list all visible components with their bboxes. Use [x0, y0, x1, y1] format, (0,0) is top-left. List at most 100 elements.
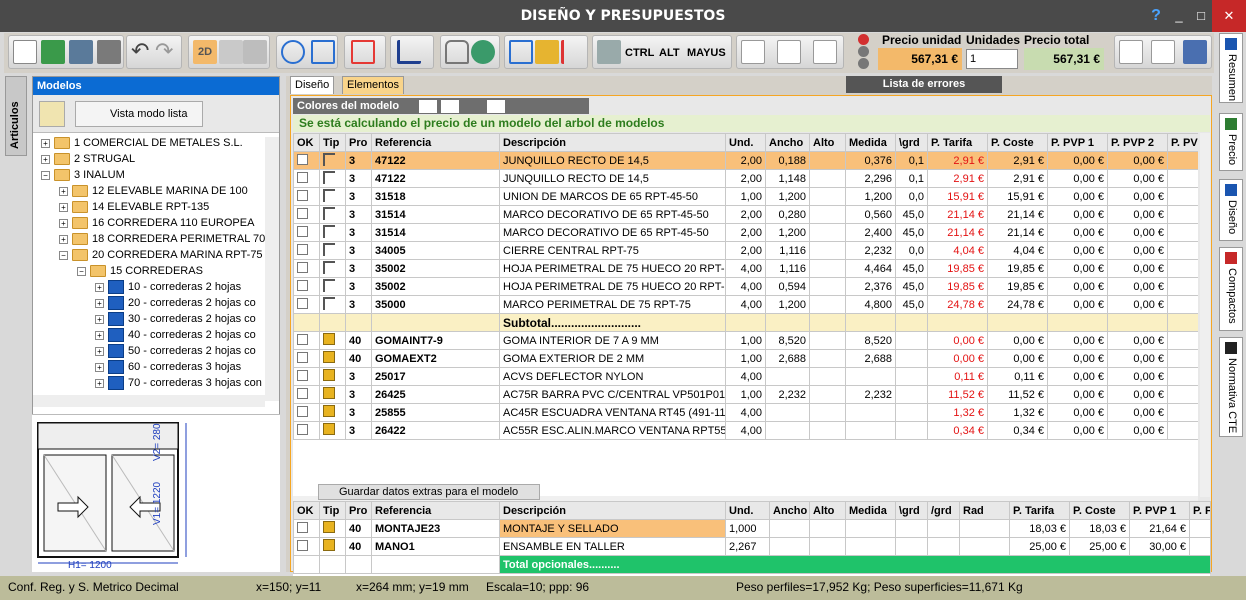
table-row[interactable]: 3 31514 MARCO DECORATIVO DE 65 RPT-45-50 2,… — [293, 223, 1198, 242]
tree-item[interactable]: − 20 CORREDERA MARINA RPT-75 — [59, 247, 263, 263]
column-header[interactable]: OK — [293, 133, 320, 152]
right-tab-compactos[interactable]: Compactos — [1219, 247, 1243, 331]
tree-item[interactable]: − 15 CORREDERAS — [77, 263, 203, 279]
color-swatch[interactable] — [419, 100, 437, 113]
expand-icon[interactable]: + — [59, 186, 68, 196]
expand-icon[interactable]: + — [95, 330, 104, 340]
expand-icon[interactable]: + — [95, 362, 104, 372]
color-square-icon[interactable] — [351, 40, 375, 64]
ok-cell[interactable] — [293, 537, 320, 556]
ok-cell[interactable] — [293, 241, 320, 260]
list-mode-button[interactable]: Vista modo lista — [75, 101, 203, 127]
table-row[interactable]: 3 25855 AC45R ESCUADRA VENTANA RT45 (491-1… — [293, 403, 1198, 422]
expand-icon[interactable]: − — [77, 266, 86, 276]
ok-checkbox[interactable] — [297, 297, 308, 309]
ok-checkbox[interactable] — [297, 423, 308, 435]
color-swatch[interactable] — [441, 100, 459, 113]
table-row[interactable]: 3 47122 JUNQUILLO RECTO DE 14,5 2,00 0,188 0,… — [293, 151, 1198, 170]
table-row[interactable]: 3 31514 MARCO DECORATIVO DE 65 RPT-45-50 2,… — [293, 205, 1198, 224]
right-tab-diseño[interactable]: Diseño — [1219, 179, 1243, 241]
ok-checkbox[interactable] — [297, 369, 308, 381]
list-icon[interactable] — [561, 40, 585, 64]
error-list-button[interactable]: Lista de errores — [846, 76, 1002, 93]
report-icon[interactable] — [1151, 40, 1175, 64]
ok-cell[interactable] — [293, 259, 320, 278]
expand-icon[interactable]: + — [59, 202, 68, 212]
ok-checkbox[interactable] — [297, 225, 308, 237]
column-header[interactable]: P. Tarifa — [1009, 501, 1070, 520]
close-button[interactable]: ✕ — [1212, 0, 1246, 32]
open-icon[interactable] — [41, 40, 65, 64]
ok-cell[interactable] — [293, 421, 320, 440]
column-header[interactable]: Und. — [725, 133, 766, 152]
ok-checkbox[interactable] — [297, 171, 308, 183]
column-header[interactable]: P. PVP 1 — [1047, 133, 1108, 152]
edit-doc-icon[interactable] — [1119, 40, 1143, 64]
ok-cell[interactable] — [293, 519, 320, 538]
table-row[interactable]: 3 35002 HOJA PERIMETRAL DE 75 HUECO 20 RPT… — [293, 259, 1198, 278]
zoom-icon[interactable] — [281, 40, 305, 64]
expand-icon[interactable]: + — [41, 154, 50, 164]
expand-icon[interactable]: + — [95, 298, 104, 308]
save-extras-button[interactable]: Guardar datos extras para el modelo — [318, 484, 540, 500]
ok-checkbox[interactable] — [297, 387, 308, 399]
table-row[interactable]: 3 25017 ACVS DEFLECTOR NYLON 4,00 0,11 €0,11… — [293, 367, 1198, 386]
expand-icon[interactable]: + — [41, 138, 50, 148]
tree-item[interactable]: +40 - correderas 2 hojas co — [95, 327, 256, 343]
tree-scrollbar[interactable] — [265, 137, 279, 401]
table-row[interactable]: 40 MONTAJE23 MONTAJE Y SELLADO 1,000 18,03 €… — [293, 519, 1211, 538]
column-header[interactable]: P. P — [1189, 501, 1211, 520]
column-header[interactable]: Alto — [809, 133, 846, 152]
column-header[interactable]: Descripción — [499, 501, 726, 520]
tree-item[interactable]: +16 CORREDERA 110 EUROPEA — [59, 215, 254, 231]
table-row[interactable]: 3 26425 AC75R BARRA PVC C/CENTRAL VP501P01… — [293, 385, 1198, 404]
column-header[interactable]: Und. — [725, 501, 770, 520]
ok-checkbox[interactable] — [297, 539, 308, 551]
mayus-key[interactable]: MAYUS — [687, 47, 726, 59]
tree-item[interactable]: +1 COMERCIAL DE METALES S.L. — [41, 135, 243, 151]
chart-icon[interactable] — [535, 40, 559, 64]
tree-item[interactable]: +60 - correderas 3 hojas — [95, 359, 241, 375]
table-row[interactable]: 40 GOMAEXT2 GOMA EXTERIOR DE 2 MM 1,00 2,688… — [293, 349, 1198, 368]
articulos-side-tab[interactable]: Articulos — [5, 76, 27, 156]
right-tab-resumen[interactable]: Resumen — [1219, 33, 1243, 103]
column-header[interactable]: P. PVP 2 — [1107, 133, 1168, 152]
tree-item[interactable]: +18 CORREDERA PERIMETRAL 70 — [59, 231, 265, 247]
table-row[interactable]: 3 34005 CIERRE CENTRAL RPT-75 2,00 1,116 2,23… — [293, 241, 1198, 260]
ok-cell[interactable] — [293, 367, 320, 386]
column-header[interactable]: Pro — [345, 133, 372, 152]
column-header[interactable]: /grd — [927, 501, 960, 520]
alt-key[interactable]: ALT — [659, 47, 680, 59]
tree-item[interactable]: +70 - correderas 3 hojas con — [95, 375, 262, 391]
expand-icon[interactable]: + — [95, 282, 104, 292]
right-tab-normativa-cte[interactable]: Normativa CTE — [1219, 337, 1243, 437]
tree-item[interactable]: +12 ELEVABLE MARINA DE 100 — [59, 183, 248, 199]
column-header[interactable]: Descripción — [499, 133, 726, 152]
ok-cell[interactable] — [293, 151, 320, 170]
column-header[interactable]: Tip — [319, 133, 346, 152]
column-header[interactable]: Alto — [809, 501, 846, 520]
ok-checkbox[interactable] — [297, 243, 308, 255]
column-header[interactable]: Pro — [345, 501, 372, 520]
ok-checkbox[interactable] — [297, 153, 308, 165]
tree-item[interactable]: +10 - correderas 2 hojas — [95, 279, 241, 295]
view-3d-icon[interactable] — [219, 40, 243, 64]
column-header[interactable]: P. Coste — [1069, 501, 1130, 520]
expand-icon[interactable]: + — [59, 218, 68, 228]
printer-icon[interactable] — [1183, 40, 1207, 64]
ok-checkbox[interactable] — [297, 333, 308, 345]
right-tab-precio[interactable]: Precio — [1219, 113, 1243, 171]
tree-hscrollbar[interactable] — [33, 395, 265, 407]
tree-item[interactable]: +50 - correderas 2 hojas co — [95, 343, 256, 359]
column-header[interactable]: Rad — [959, 501, 1010, 520]
edit-a-icon[interactable] — [813, 40, 837, 64]
tree-item[interactable]: +14 ELEVABLE RPT-135 — [59, 199, 209, 215]
eye-icon[interactable] — [471, 40, 495, 64]
column-header[interactable]: P. Tarifa — [927, 133, 988, 152]
expand-icon[interactable]: + — [95, 378, 104, 388]
ok-cell[interactable] — [293, 205, 320, 224]
ok-cell[interactable] — [293, 349, 320, 368]
ok-cell[interactable] — [293, 385, 320, 404]
ok-cell[interactable] — [293, 169, 320, 188]
favorite-model-icon[interactable] — [39, 101, 65, 127]
